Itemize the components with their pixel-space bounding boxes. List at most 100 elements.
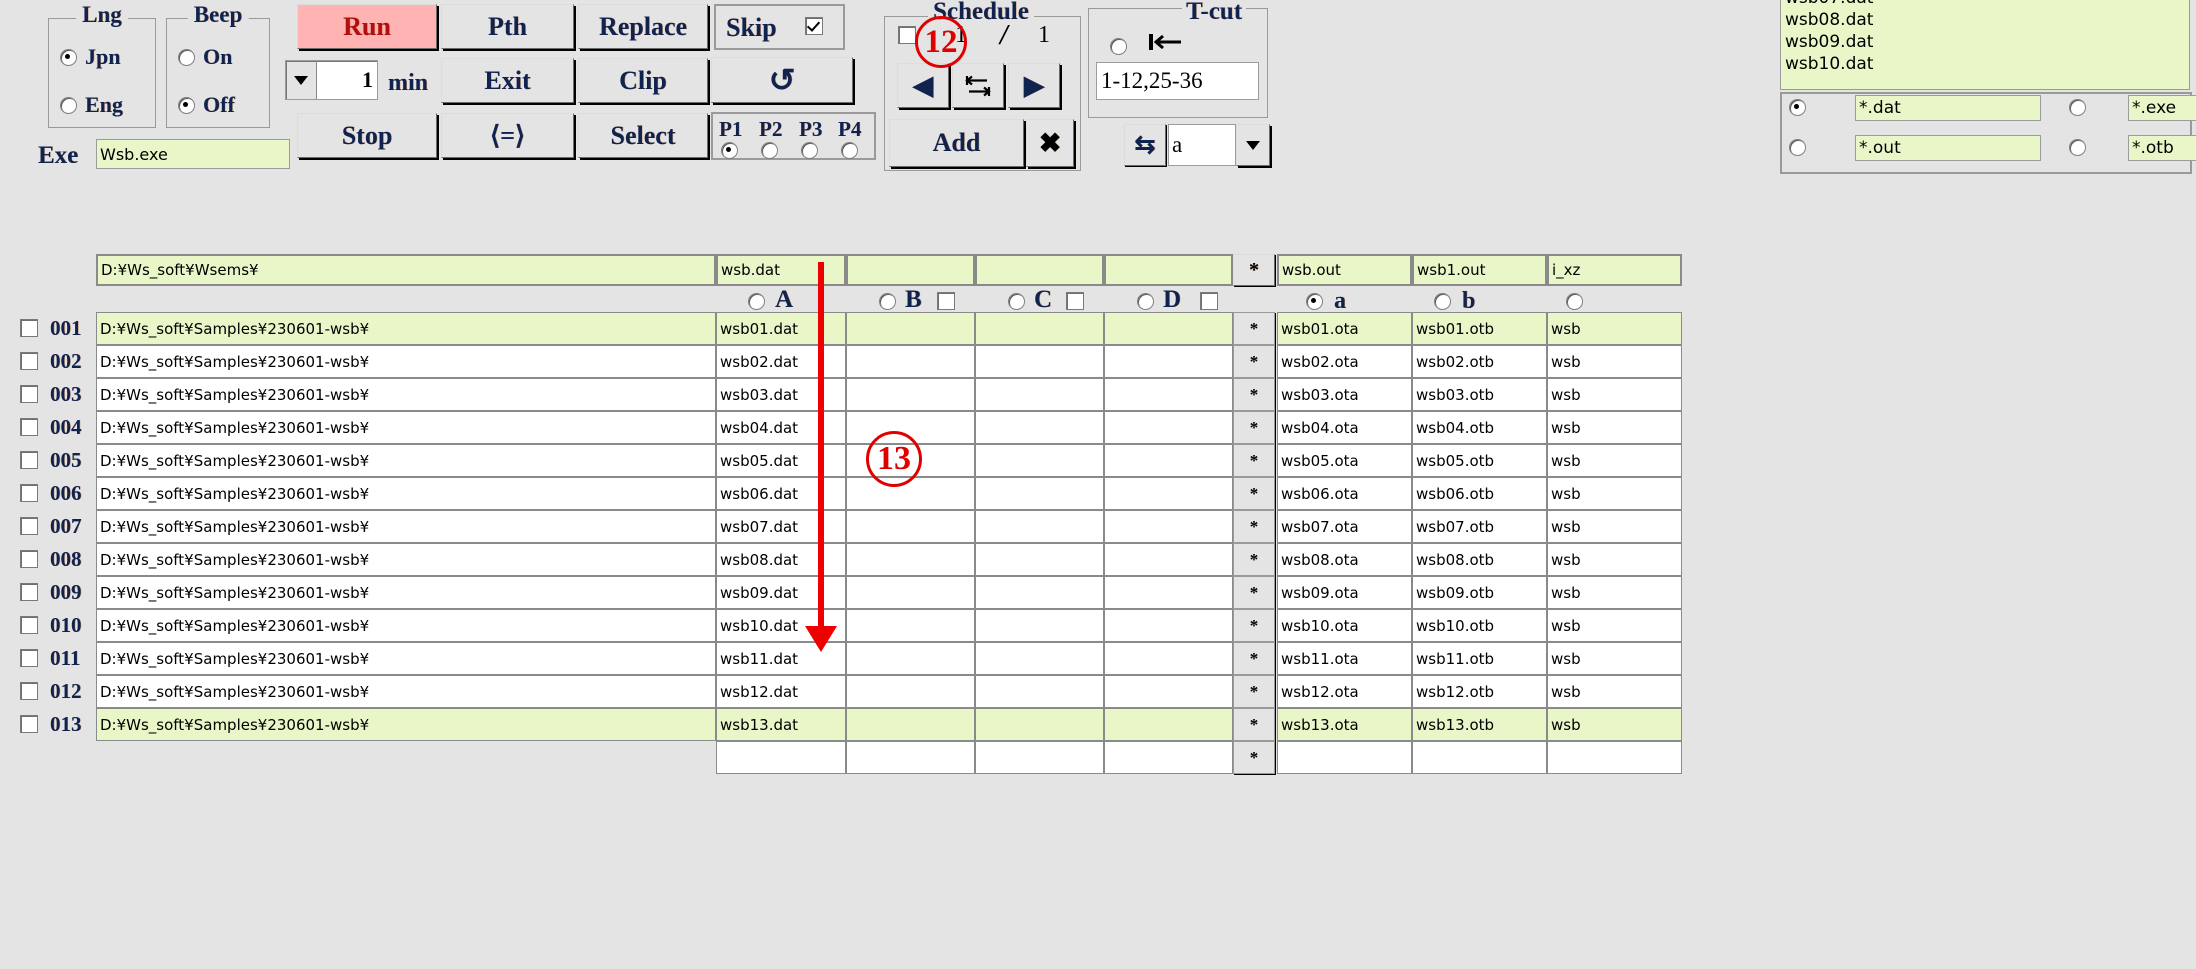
table-cell-third[interactable]: wsb [1547, 576, 1682, 609]
column-radio-b-lower[interactable] [1434, 293, 1451, 310]
tcut-radio[interactable] [1110, 38, 1127, 55]
radio-icon[interactable] [60, 48, 77, 66]
table-cell-otb[interactable]: wsb03.otb [1412, 378, 1547, 411]
table-cell-third[interactable]: wsb [1547, 411, 1682, 444]
table-cell-ota[interactable]: wsb10.ota [1277, 609, 1412, 642]
tcut-letter-dropdown[interactable] [1236, 124, 1270, 166]
tcut-range-input[interactable]: 1-12,25-36 [1096, 62, 1259, 100]
table-cell-c[interactable] [975, 675, 1104, 708]
list-item[interactable]: wsb07.dat [1785, 0, 2189, 9]
table-cell-b[interactable] [846, 675, 975, 708]
base-ixz-field[interactable]: i_xz [1547, 254, 1682, 286]
exe-field[interactable]: Wsb.exe [96, 139, 290, 169]
table-cell-path[interactable]: D:¥Ws_soft¥Samples¥230601-wsb¥ [96, 543, 716, 576]
schedule-swap-button[interactable] [952, 63, 1004, 108]
table-cell-path[interactable]: D:¥Ws_soft¥Samples¥230601-wsb¥ [96, 576, 716, 609]
table-cell-ota[interactable]: wsb04.ota [1277, 411, 1412, 444]
table-cell-ota[interactable]: wsb03.ota [1277, 378, 1412, 411]
table-cell-path[interactable]: D:¥Ws_soft¥Samples¥230601-wsb¥ [96, 378, 716, 411]
table-cell-otb[interactable]: wsb01.otb [1412, 312, 1547, 345]
table-cell-d[interactable] [1104, 576, 1233, 609]
table-cell-empty[interactable] [1547, 741, 1682, 774]
table-cell-otb[interactable]: wsb09.otb [1412, 576, 1547, 609]
row-star-button[interactable]: * [1233, 609, 1275, 642]
base-out1-field[interactable]: wsb1.out [1412, 254, 1547, 286]
table-cell-path[interactable]: D:¥Ws_soft¥Samples¥230601-wsb¥ [96, 411, 716, 444]
column-radio-c-lower[interactable] [1566, 293, 1583, 310]
filter-field-out[interactable]: *.out [1855, 135, 2041, 161]
table-cell-ota[interactable]: wsb08.ota [1277, 543, 1412, 576]
schedule-next-button[interactable]: ▶ [1008, 63, 1060, 108]
row-checkbox[interactable] [20, 682, 38, 700]
table-cell-d[interactable] [1104, 312, 1233, 345]
table-cell-b[interactable] [846, 345, 975, 378]
row-checkbox[interactable] [20, 649, 38, 667]
radio-icon[interactable] [60, 96, 77, 114]
table-cell-third[interactable]: wsb [1547, 444, 1682, 477]
page-radio-p1[interactable] [721, 142, 738, 159]
table-cell-ota[interactable]: wsb02.ota [1277, 345, 1412, 378]
table-cell-otb[interactable]: wsb05.otb [1412, 444, 1547, 477]
column-radio-d[interactable] [1137, 293, 1154, 310]
schedule-add-button[interactable]: Add [889, 119, 1024, 167]
table-cell-otb[interactable]: wsb12.otb [1412, 675, 1547, 708]
base-col-c[interactable] [975, 254, 1104, 286]
row-star-button[interactable]: * [1233, 642, 1275, 675]
row-checkbox[interactable] [20, 352, 38, 370]
radio-icon[interactable] [178, 48, 195, 66]
skip-checkbox[interactable] [805, 17, 823, 35]
exit-button[interactable]: Exit [441, 58, 574, 103]
table-cell-b[interactable] [846, 510, 975, 543]
table-cell-third[interactable]: wsb [1547, 675, 1682, 708]
row-star-button[interactable]: * [1233, 543, 1275, 576]
table-cell-d[interactable] [1104, 378, 1233, 411]
reload-button[interactable]: ↺ [711, 57, 853, 103]
table-cell-otb[interactable]: wsb11.otb [1412, 642, 1547, 675]
table-cell-d[interactable] [1104, 411, 1233, 444]
table-cell-empty[interactable] [716, 741, 846, 774]
column-radio-c[interactable] [1008, 293, 1025, 310]
table-cell-dat[interactable]: wsb07.dat [716, 510, 846, 543]
list-item[interactable]: wsb09.dat [1785, 31, 2189, 53]
page-radio-p2[interactable] [761, 142, 778, 159]
row-checkbox[interactable] [20, 616, 38, 634]
table-cell-ota[interactable]: wsb07.ota [1277, 510, 1412, 543]
filter-radio-exe[interactable] [2069, 99, 2086, 116]
filter-radio-dat[interactable] [1789, 99, 1806, 116]
row-checkbox[interactable] [20, 517, 38, 535]
table-cell-b[interactable] [846, 378, 975, 411]
table-cell-empty[interactable] [1412, 741, 1547, 774]
table-cell-path[interactable]: D:¥Ws_soft¥Samples¥230601-wsb¥ [96, 609, 716, 642]
row-checkbox[interactable] [20, 550, 38, 568]
table-cell-path[interactable]: D:¥Ws_soft¥Samples¥230601-wsb¥ [96, 675, 716, 708]
table-cell-b[interactable] [846, 312, 975, 345]
table-cell-d[interactable] [1104, 477, 1233, 510]
table-cell-d[interactable] [1104, 675, 1233, 708]
swap-button[interactable]: ⟨=⟩ [441, 113, 574, 158]
row-star-button[interactable]: * [1233, 378, 1275, 411]
table-cell-otb[interactable]: wsb13.otb [1412, 708, 1547, 741]
table-cell-dat[interactable]: wsb09.dat [716, 576, 846, 609]
table-cell-dat[interactable]: wsb02.dat [716, 345, 846, 378]
table-cell-third[interactable]: wsb [1547, 345, 1682, 378]
base-path-field[interactable]: D:¥Ws_soft¥Wsems¥ [96, 254, 716, 286]
table-cell-d[interactable] [1104, 708, 1233, 741]
row-star-button[interactable]: * [1233, 510, 1275, 543]
replace-button[interactable]: Replace [578, 4, 708, 49]
table-cell-d[interactable] [1104, 543, 1233, 576]
table-cell-ota[interactable]: wsb06.ota [1277, 477, 1412, 510]
table-cell-ota[interactable]: wsb09.ota [1277, 576, 1412, 609]
table-cell-path[interactable]: D:¥Ws_soft¥Samples¥230601-wsb¥ [96, 444, 716, 477]
table-cell-ota[interactable]: wsb05.ota [1277, 444, 1412, 477]
beep-radio-on[interactable]: On [178, 44, 232, 70]
table-cell-ota[interactable]: wsb01.ota [1277, 312, 1412, 345]
base-col-d[interactable] [1104, 254, 1233, 286]
table-cell-path[interactable]: D:¥Ws_soft¥Samples¥230601-wsb¥ [96, 312, 716, 345]
table-cell-dat[interactable]: wsb04.dat [716, 411, 846, 444]
schedule-prev-button[interactable]: ◀ [897, 63, 949, 108]
table-cell-dat[interactable]: wsb12.dat [716, 675, 846, 708]
table-cell-dat[interactable]: wsb13.dat [716, 708, 846, 741]
table-cell-b[interactable] [846, 609, 975, 642]
table-cell-d[interactable] [1104, 642, 1233, 675]
table-cell-c[interactable] [975, 510, 1104, 543]
